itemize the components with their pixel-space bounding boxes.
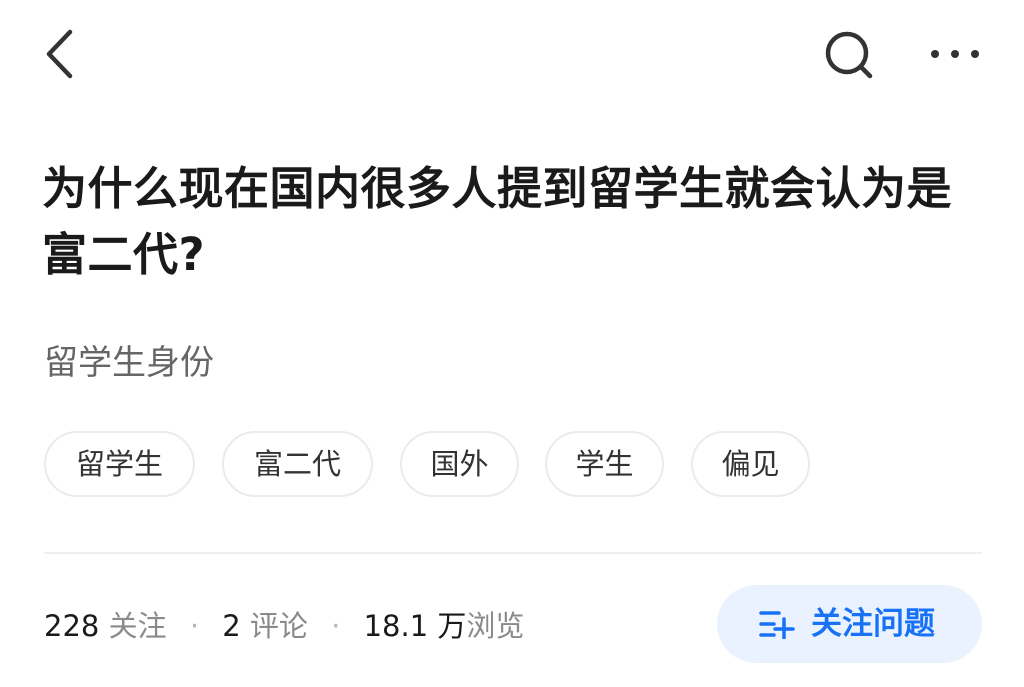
followers-label: 关注: [108, 609, 167, 643]
topic-tag[interactable]: 富二代: [222, 431, 373, 497]
topic-tag[interactable]: 学生: [545, 431, 664, 497]
views-label: 浏览: [466, 609, 525, 643]
topic-tag[interactable]: 偏见: [691, 431, 810, 497]
back-button[interactable]: [36, 24, 88, 84]
search-button[interactable]: [820, 24, 880, 84]
topic-tag[interactable]: 国外: [400, 431, 519, 497]
question-title: 为什么现在国内很多人提到留学生就会认为是富二代?: [42, 162, 953, 281]
chevron-left-icon: [46, 29, 73, 79]
topic-tag[interactable]: 留学生: [44, 431, 195, 497]
search-icon: [825, 31, 873, 79]
followers-count: 228: [44, 609, 100, 643]
question-stats: 228 关注 · 2 评论 · 18.1 万浏览: [44, 602, 524, 650]
views-count: 18.1 万: [363, 609, 467, 643]
divider: [44, 552, 982, 554]
comments-label[interactable]: 评论: [250, 609, 308, 643]
stats-separator: ·: [189, 609, 200, 643]
add-list-icon: [759, 611, 795, 639]
question-detail[interactable]: 留学生身份: [44, 338, 214, 388]
more-horizontal-icon: [931, 50, 979, 58]
comments-count[interactable]: 2: [222, 609, 240, 643]
follow-question-button[interactable]: 关注问题: [717, 585, 982, 663]
more-options-button[interactable]: [920, 24, 990, 84]
stats-separator: ·: [331, 609, 341, 643]
follow-question-label: 关注问题: [811, 606, 935, 642]
top-navigation-bar: [0, 0, 1024, 120]
